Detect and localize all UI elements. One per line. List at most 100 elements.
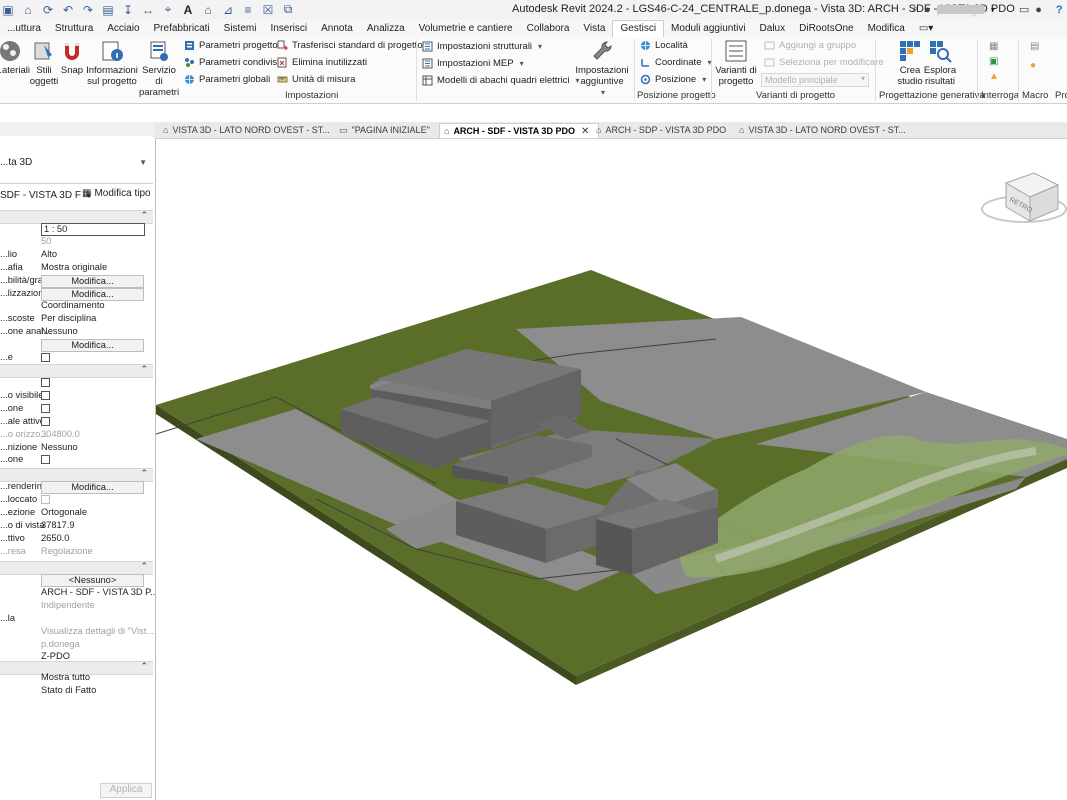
- tab-prefabbricati[interactable]: Prefabbricati: [147, 21, 217, 37]
- help-icon[interactable]: ?: [1056, 4, 1063, 16]
- add-to-set-button[interactable]: Aggiungi a gruppo: [764, 40, 856, 51]
- edit-property-button[interactable]: <Nessuno>: [41, 574, 144, 587]
- tab-inserisci[interactable]: Inserisci: [263, 21, 314, 37]
- tab-analizza[interactable]: Analizza: [360, 21, 412, 37]
- view-tab[interactable]: ⌂ ARCH - SDF - VISTA 3D PDO ✕: [439, 123, 599, 138]
- property-value[interactable]: 2650.0: [41, 533, 69, 543]
- position-button[interactable]: Posizione ▾: [640, 74, 706, 85]
- property-value[interactable]: Alto: [41, 249, 57, 259]
- tab-acciaio[interactable]: Acciaio: [100, 21, 146, 37]
- main-model-dropdown[interactable]: Modello principale ▾: [761, 73, 869, 87]
- structural-settings-button[interactable]: Impostazioni strutturali ▾: [422, 41, 542, 52]
- transfer-standards-button[interactable]: Trasferisci standard di progetto: [277, 40, 423, 51]
- view-tab[interactable]: ⌂ ARCH - SDP - VISTA 3D PDO: [592, 123, 740, 137]
- tab-dalux[interactable]: Dalux: [753, 21, 793, 37]
- edit-property-button[interactable]: Modifica...: [41, 339, 144, 353]
- pick-to-edit-button[interactable]: Seleziona per modificare: [764, 57, 884, 68]
- tab-moduli-aggiuntivi[interactable]: Moduli aggiuntivi: [664, 21, 753, 37]
- coordinates-button[interactable]: Coordinate ▾: [640, 57, 712, 68]
- macro-manager-icon[interactable]: ▤: [1030, 41, 1039, 52]
- type-selector[interactable]: ...ta 3D ▼: [0, 136, 153, 184]
- undo-icon[interactable]: ↶: [60, 2, 76, 18]
- property-checkbox[interactable]: [41, 353, 50, 363]
- cart-icon[interactable]: ▭: [1019, 3, 1029, 16]
- collapse-icon[interactable]: ⌃: [140, 661, 148, 672]
- materials-button[interactable]: ...ateriali: [0, 39, 30, 76]
- view-tab[interactable]: ▭ "PAGINA INIZIALE": [335, 123, 443, 137]
- warnings-icon[interactable]: ▣: [989, 56, 999, 67]
- property-value[interactable]: Per disciplina: [41, 313, 96, 323]
- property-value[interactable]: Mostra originale: [41, 262, 107, 272]
- tab-gestisci[interactable]: Gestisci: [612, 20, 665, 38]
- property-checkbox[interactable]: [41, 390, 50, 400]
- property-value[interactable]: ARCH - SDF - VISTA 3D P...: [41, 587, 158, 597]
- edit-property-button[interactable]: Modifica...: [41, 481, 144, 494]
- collapse-icon[interactable]: ⌃: [140, 210, 148, 221]
- additional-settings-button[interactable]: Impostazioni aggiuntive ▾: [574, 39, 630, 98]
- redo-icon[interactable]: ↷: [80, 2, 96, 18]
- collapse-icon[interactable]: ⌃: [140, 561, 148, 572]
- app-menu-icon[interactable]: ▣: [0, 2, 16, 18]
- tab-dirootsone[interactable]: DiRootsOne: [792, 21, 860, 37]
- tab-modifica[interactable]: Modifica: [861, 21, 912, 37]
- object-styles-button[interactable]: Stili oggetti: [29, 39, 59, 87]
- property-value[interactable]: Z-PDO: [41, 651, 70, 661]
- property-value[interactable]: Stato di Fatto: [41, 685, 96, 695]
- tab-volumetrie[interactable]: Volumetrie e cantiere: [412, 21, 520, 37]
- 3d-view-icon[interactable]: ⌂: [200, 2, 216, 18]
- view-cube[interactable]: RETRO: [981, 172, 1067, 223]
- close-views-icon[interactable]: ☒: [260, 2, 276, 18]
- 3d-model-view[interactable]: RETRO: [156, 139, 1067, 800]
- panel-schedule-templates-button[interactable]: Modelli di abachi quadri elettrici ▾: [422, 75, 580, 86]
- tag-icon[interactable]: ⌖: [160, 2, 176, 18]
- user-icon[interactable]: ●: [924, 4, 931, 16]
- properties-section-header[interactable]: ⌃: [0, 210, 153, 224]
- apply-button[interactable]: Applica: [100, 783, 152, 798]
- select-by-id-icon[interactable]: ▦: [989, 41, 999, 52]
- shared-parameters-button[interactable]: Parametri condivisi: [184, 57, 279, 68]
- 3d-viewport[interactable]: RETRO: [156, 139, 1067, 800]
- contextual-toggle-icon[interactable]: ▭▾: [912, 21, 940, 37]
- user-name[interactable]: p.donega: [936, 5, 985, 17]
- tab-struttura[interactable]: Struttura: [48, 21, 100, 37]
- properties-section-header[interactable]: ⌃: [0, 561, 153, 575]
- property-value[interactable]: Nessuno: [41, 326, 78, 336]
- switch-windows-icon[interactable]: ⧉: [280, 2, 296, 18]
- section-icon[interactable]: ⊿: [220, 2, 236, 18]
- collapse-icon[interactable]: ⌃: [140, 468, 148, 479]
- mep-settings-button[interactable]: Impostazioni MEP ▾: [422, 58, 524, 69]
- chevron-down-icon[interactable]: ▾: [991, 5, 995, 14]
- property-value[interactable]: Mostra tutto: [41, 672, 90, 682]
- sync-icon[interactable]: ⟳: [40, 2, 56, 18]
- purge-unused-button[interactable]: Elimina inutilizzati: [277, 57, 367, 68]
- explore-results-button[interactable]: Esplora risultati: [923, 39, 957, 87]
- edit-property-button[interactable]: Modifica...: [41, 274, 144, 288]
- thin-lines-icon[interactable]: ≡: [240, 2, 256, 18]
- view-tab[interactable]: ⌂ VISTA 3D - LATO NORD OVEST - ST...: [159, 123, 337, 137]
- snap-button[interactable]: Snap: [60, 39, 84, 76]
- print-icon[interactable]: ▤: [100, 2, 116, 18]
- ids-of-selection-icon[interactable]: ▲: [989, 71, 999, 82]
- account-icon[interactable]: ●: [1035, 4, 1042, 16]
- property-value[interactable]: Ortogonale: [41, 507, 87, 517]
- project-parameters-button[interactable]: Parametri progetto: [184, 40, 278, 51]
- tab-sistemi[interactable]: Sistemi: [217, 21, 264, 37]
- dimension-icon[interactable]: ↔: [140, 2, 156, 18]
- edit-property-button[interactable]: Modifica...: [41, 287, 144, 301]
- property-checkbox[interactable]: [41, 378, 50, 388]
- tab-vista[interactable]: Vista: [576, 21, 612, 37]
- location-button[interactable]: Località: [640, 40, 688, 51]
- global-parameters-button[interactable]: Parametri globali: [184, 74, 270, 85]
- view-tab[interactable]: ⌂ VISTA 3D - LATO NORD OVEST - ST...: [735, 123, 906, 137]
- property-value[interactable]: Nessuno: [41, 442, 78, 452]
- property-value[interactable]: Coordinamento: [41, 300, 105, 310]
- close-icon[interactable]: ✕: [581, 126, 589, 137]
- parameter-service-button[interactable]: Servizio di parametri: [138, 39, 180, 98]
- scale-input[interactable]: 1 : 50: [41, 223, 145, 236]
- property-checkbox[interactable]: [41, 403, 50, 413]
- text-icon[interactable]: A: [180, 2, 196, 18]
- property-checkbox[interactable]: [41, 455, 50, 465]
- binoculars-icon[interactable]: ⌕: [912, 3, 918, 16]
- collapse-icon[interactable]: ⌃: [140, 364, 148, 375]
- macro-security-icon[interactable]: ●: [1030, 60, 1039, 71]
